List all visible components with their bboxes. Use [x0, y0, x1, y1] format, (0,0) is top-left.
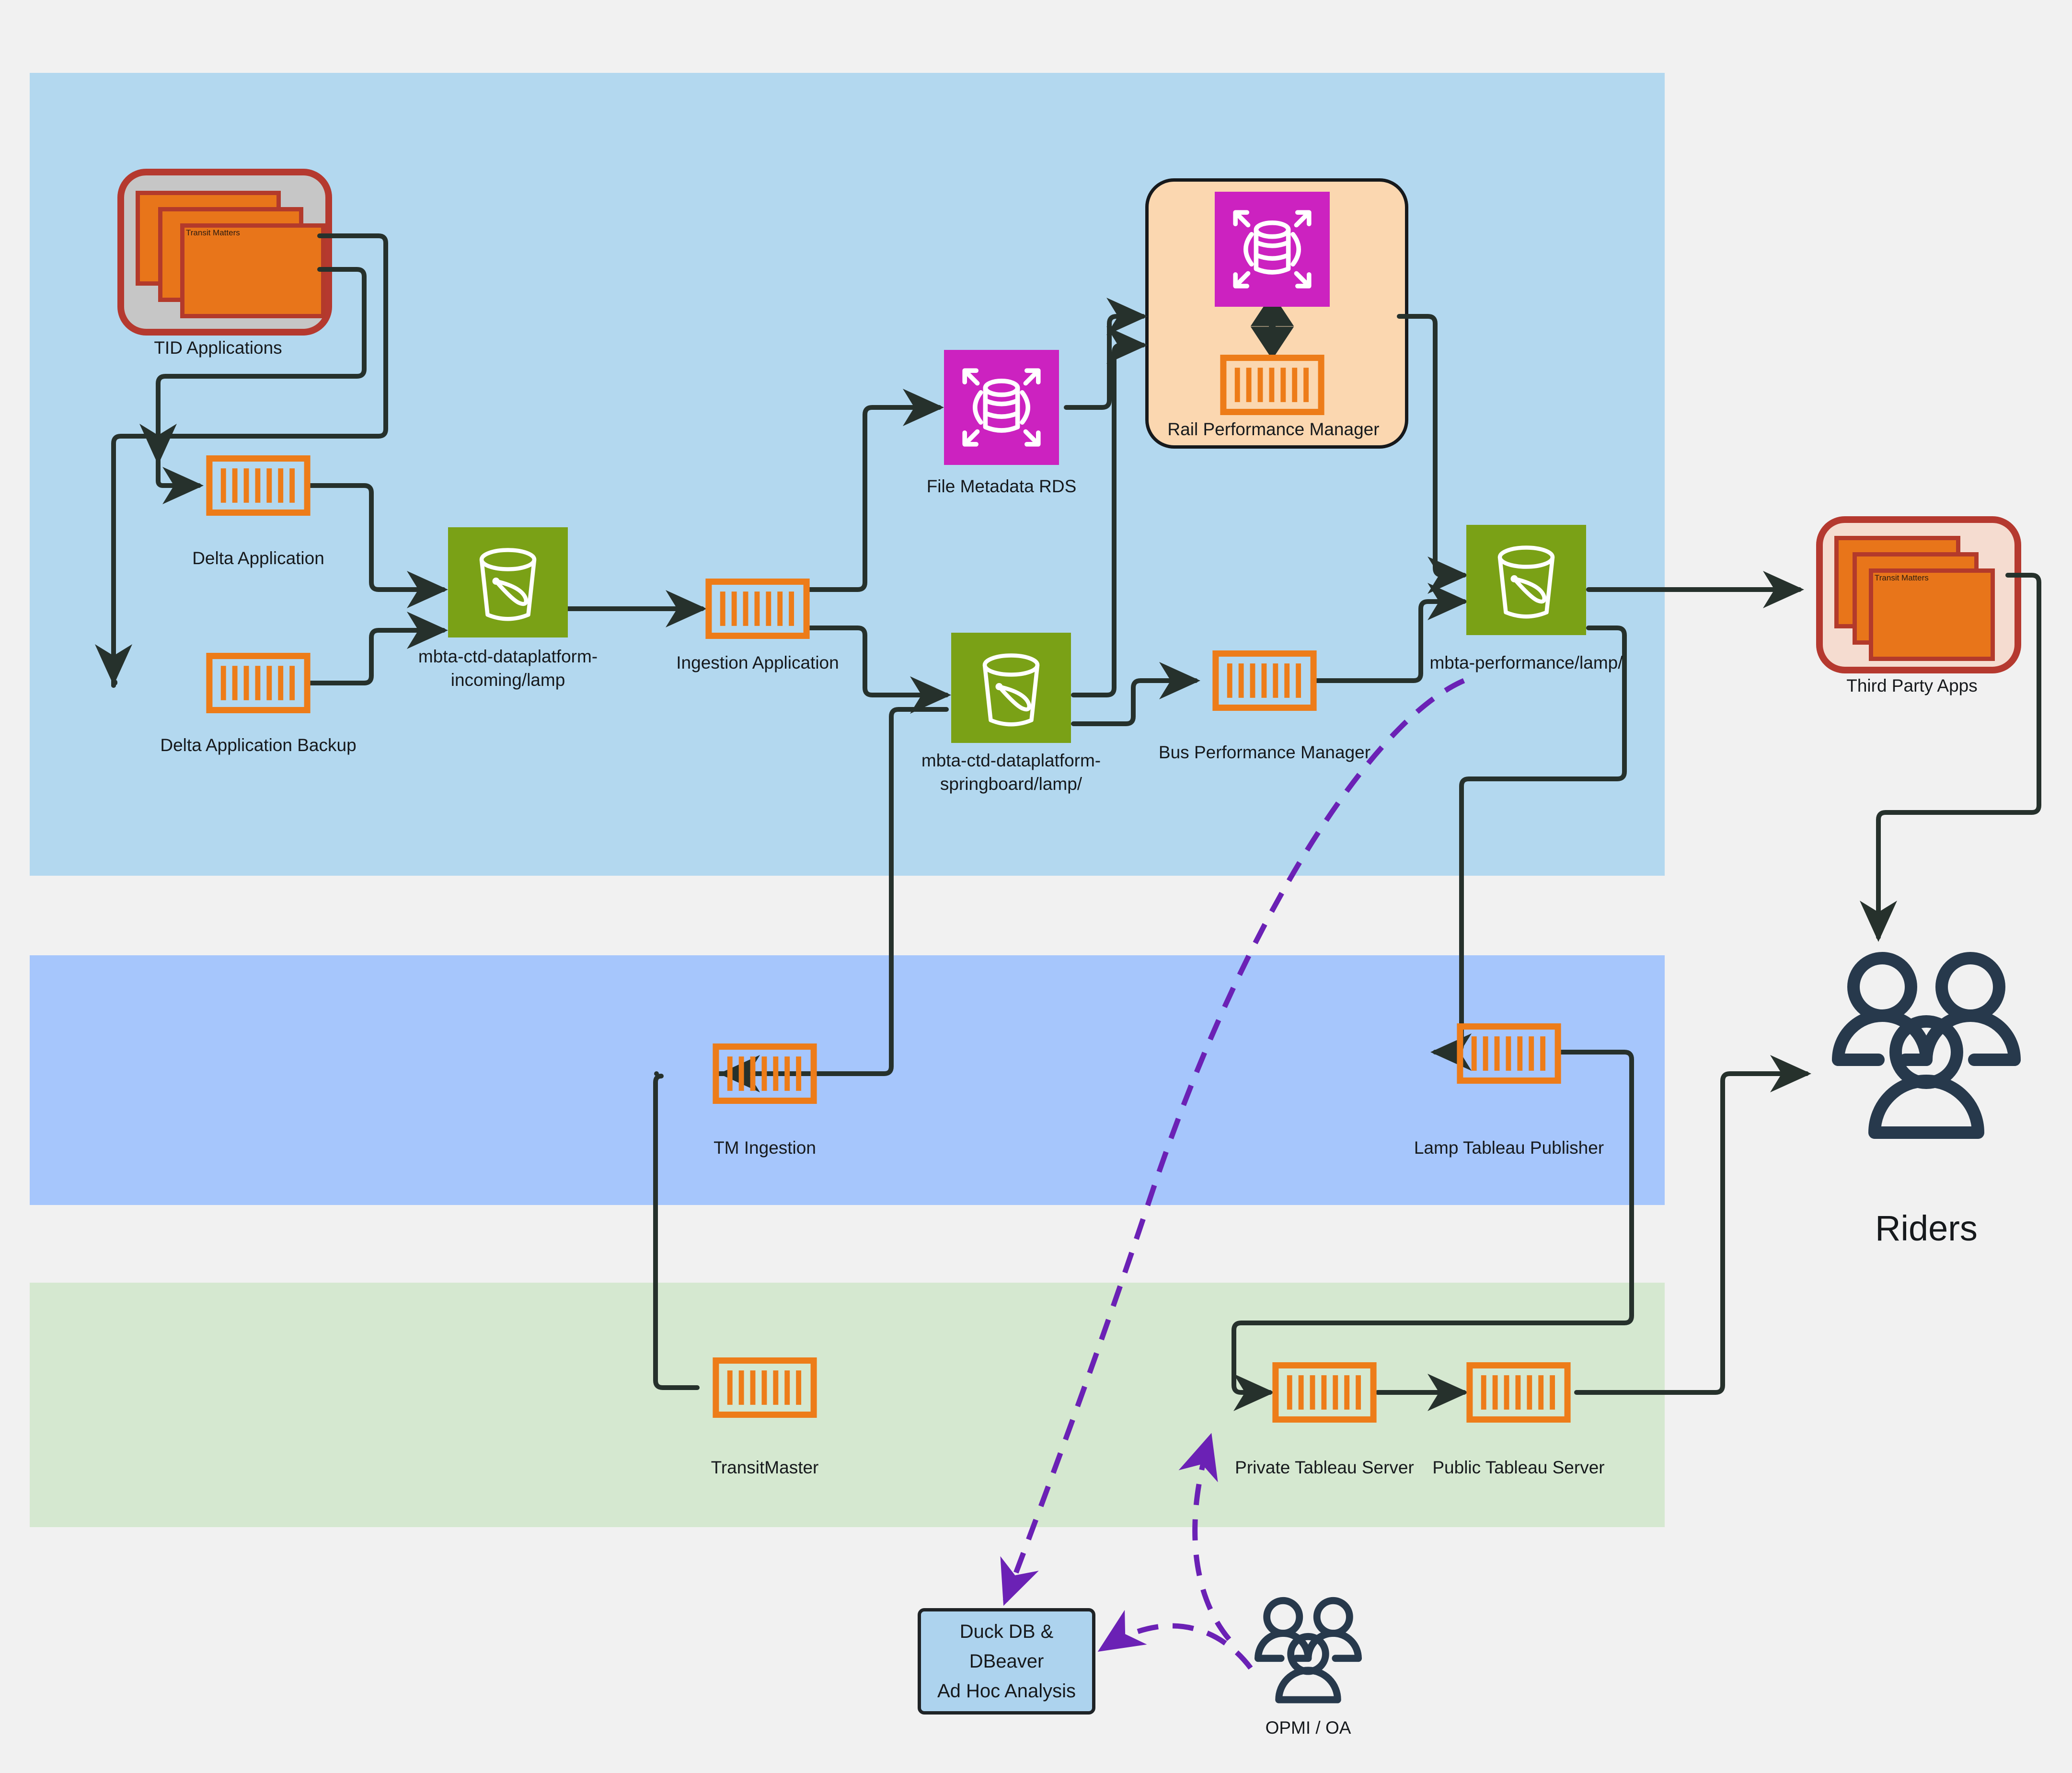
s3-bucket-icon	[1466, 525, 1586, 635]
s3-bucket-icon	[951, 633, 1071, 743]
springboard-bucket-node[interactable]	[951, 633, 1071, 743]
transitmaster-label: TransitMaster	[711, 1458, 819, 1477]
container-icon	[1457, 1023, 1561, 1084]
tm-ingestion-label: TM Ingestion	[714, 1138, 816, 1158]
transitmaster-node[interactable]	[713, 1357, 817, 1418]
rail-pm-container-node[interactable]	[1220, 355, 1324, 415]
performance-bucket-label: mbta-performance/lamp/	[1429, 653, 1623, 672]
container-icon	[713, 1357, 817, 1418]
rail-performance-manager-label: Rail Performance Manager	[1167, 419, 1380, 439]
rds-icon	[1215, 192, 1330, 307]
public-tableau-server-node[interactable]	[1466, 1362, 1571, 1423]
duckdb-dbeaver-node[interactable]: Duck DB & DBeaver Ad Hoc Analysis	[918, 1608, 1095, 1715]
container-icon	[1272, 1362, 1377, 1423]
container-icon	[1212, 650, 1317, 711]
lamp-tableau-publisher-node[interactable]	[1457, 1023, 1561, 1084]
ingestion-application-node[interactable]	[705, 579, 810, 639]
public-tableau-server-label: Public Tableau Server	[1432, 1458, 1605, 1477]
container-icon	[713, 1043, 817, 1104]
ingestion-application-label: Ingestion Application	[676, 653, 839, 672]
opmi-oa-node[interactable]	[1248, 1594, 1368, 1709]
people-group-icon	[1255, 1597, 1362, 1703]
container-icon	[1220, 355, 1324, 415]
file-metadata-rds-node[interactable]	[944, 350, 1059, 465]
delta-application-backup-node[interactable]	[206, 653, 311, 713]
tid-applications-label: TID Applications	[154, 338, 282, 358]
container-icon	[705, 579, 810, 639]
container-icon	[1466, 1362, 1571, 1423]
rds-icon	[944, 350, 1059, 465]
third-party-apps-label: Third Party Apps	[1846, 676, 1978, 695]
file-metadata-rds-label: File Metadata RDS	[926, 476, 1077, 496]
private-tableau-server-node[interactable]	[1272, 1362, 1377, 1423]
container-icon	[206, 653, 311, 713]
incoming-bucket-node[interactable]	[448, 527, 568, 637]
rail-pm-rds-node[interactable]	[1215, 192, 1330, 307]
architecture-diagram: Transit Matters TID Applications Rail Pe…	[0, 0, 2072, 1773]
tid-app-window-title: Transit Matters	[186, 228, 240, 237]
bus-performance-manager-node[interactable]	[1212, 650, 1317, 711]
performance-bucket-node[interactable]	[1466, 525, 1586, 635]
serving-band	[30, 1283, 1665, 1527]
delta-application-node[interactable]	[206, 455, 311, 516]
tpa-window-title: Transit Matters	[1875, 573, 1929, 582]
people-group-icon	[1832, 952, 2021, 1139]
riders-node[interactable]	[1821, 947, 2032, 1148]
incoming-bucket-label: mbta-ctd-dataplatform- incoming/lamp	[418, 647, 598, 690]
riders-label: Riders	[1875, 1208, 1978, 1248]
delta-application-label: Delta Application	[192, 548, 324, 568]
s3-bucket-icon	[448, 527, 568, 637]
opmi-oa-label: OPMI / OA	[1265, 1718, 1351, 1738]
lamp-tableau-publisher-label: Lamp Tableau Publisher	[1414, 1138, 1604, 1158]
delta-application-backup-label: Delta Application Backup	[160, 735, 357, 755]
springboard-bucket-label: mbta-ctd-dataplatform- springboard/lamp/	[921, 751, 1101, 794]
container-icon	[206, 455, 311, 516]
bus-performance-manager-label: Bus Performance Manager	[1158, 742, 1371, 762]
processing-band	[30, 955, 1665, 1205]
tm-ingestion-node[interactable]	[713, 1043, 817, 1104]
